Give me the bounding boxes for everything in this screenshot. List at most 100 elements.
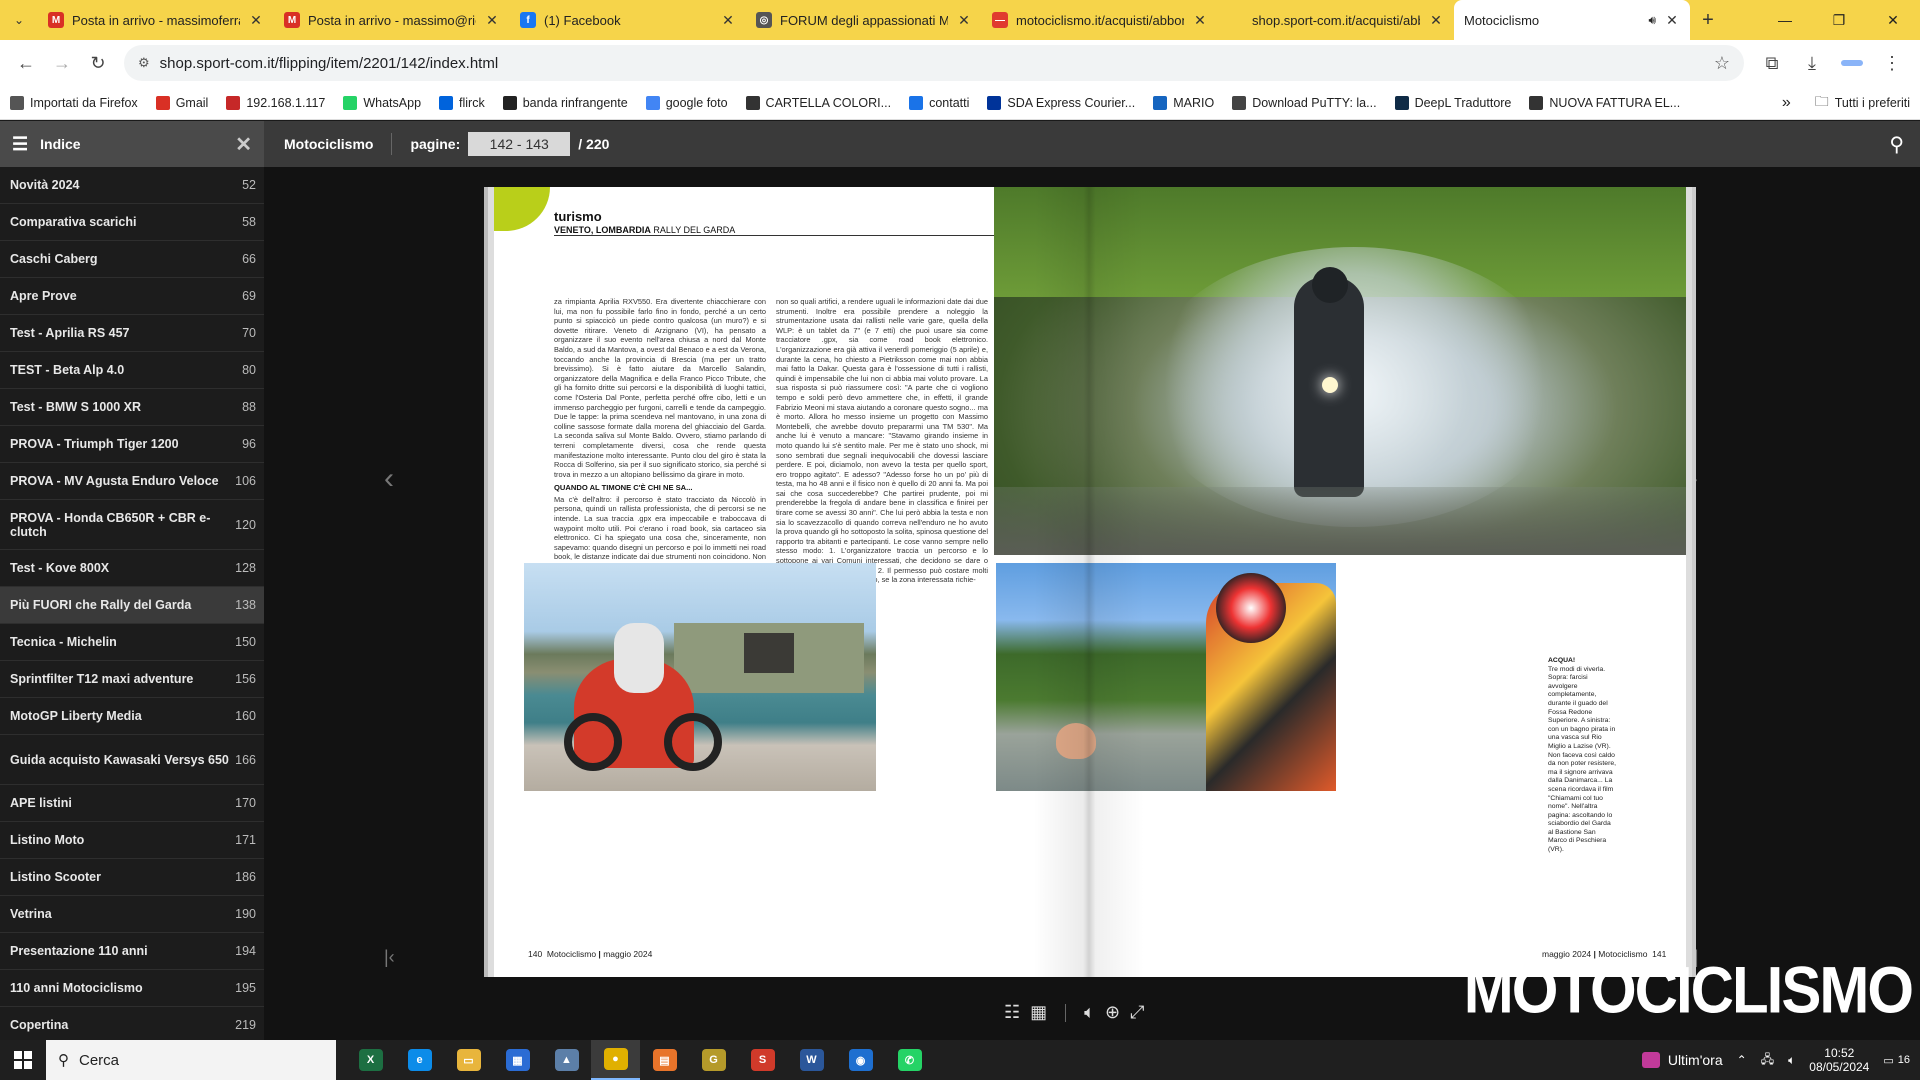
first-page-icon[interactable]: |‹ — [384, 947, 395, 968]
omnibox[interactable]: ⚙ shop.sport-com.it/flipping/item/2201/1… — [124, 45, 1744, 81]
index-item[interactable]: Caschi Caberg 66 — [0, 241, 264, 278]
bookmark-item[interactable]: MARIO — [1153, 95, 1214, 110]
extensions-icon[interactable]: ⧉ — [1752, 45, 1792, 81]
index-item[interactable]: Comparativa scarichi 58 — [0, 204, 264, 241]
site-info-icon[interactable]: ⚙ — [138, 55, 150, 71]
index-item[interactable]: Test - Aprilia RS 457 70 — [0, 315, 264, 352]
index-item[interactable]: Presentazione 110 anni 194 — [0, 933, 264, 970]
taskbar-app[interactable]: e — [395, 1040, 444, 1080]
zoom-in-icon[interactable]: ⊕ — [1105, 1002, 1120, 1023]
close-tab-icon[interactable]: ✕ — [484, 12, 500, 29]
bookmark-item[interactable]: flirck — [439, 95, 485, 110]
index-item[interactable]: MotoGP Liberty Media 160 — [0, 698, 264, 735]
news-widget[interactable]: Ultim'ora — [1641, 1052, 1723, 1068]
index-item[interactable]: Listino Moto 171 — [0, 822, 264, 859]
download-icon[interactable]: ⤓ — [1792, 45, 1832, 81]
taskbar-app[interactable]: ▭ — [444, 1040, 493, 1080]
close-tab-icon[interactable]: ✕ — [1192, 12, 1208, 29]
pages-input[interactable] — [468, 132, 571, 156]
bookmark-item[interactable]: contatti — [909, 95, 969, 110]
profile-avatar[interactable] — [1832, 45, 1872, 81]
browser-tab[interactable]: M Posta in arrivo - massimoferrara ✕ — [38, 0, 274, 40]
index-item[interactable]: TEST - Beta Alp 4.0 80 — [0, 352, 264, 389]
bookmarks-more-button[interactable]: » — [1782, 94, 1791, 112]
close-tab-icon[interactable]: ✕ — [956, 12, 972, 29]
bookmark-item[interactable]: Download PuTTY: la... — [1232, 95, 1377, 110]
index-item[interactable]: Copertina 219 — [0, 1007, 264, 1040]
bookmark-star-icon[interactable]: ☆ — [1714, 53, 1730, 74]
index-item[interactable]: 110 anni Motociclismo 195 — [0, 970, 264, 1007]
fullscreen-icon[interactable]: ⤢ — [1130, 1002, 1144, 1023]
taskbar-app[interactable]: S — [738, 1040, 787, 1080]
index-item[interactable]: Novità 2024 52 — [0, 167, 264, 204]
index-item[interactable]: Listino Scooter 186 — [0, 859, 264, 896]
browser-tab[interactable]: M Posta in arrivo - massimo@rica ✕ — [274, 0, 510, 40]
index-item[interactable]: Test - Kove 800X 128 — [0, 550, 264, 587]
chevron-up-icon[interactable]: ⌃ — [1737, 1053, 1747, 1067]
bookmark-item[interactable]: WhatsApp — [343, 95, 421, 110]
index-item[interactable]: PROVA - Honda CB650R + CBR e-clutch 120 — [0, 500, 264, 550]
index-item[interactable]: Apre Prove 69 — [0, 278, 264, 315]
index-item[interactable]: Tecnica - Michelin 150 — [0, 624, 264, 661]
taskbar-app[interactable]: ▦ — [493, 1040, 542, 1080]
taskbar-app[interactable]: ▲ — [542, 1040, 591, 1080]
taskbar-search[interactable]: ⚲ Cerca — [46, 1040, 336, 1080]
bookmark-item[interactable]: Importati da Firefox — [10, 95, 138, 110]
back-button[interactable]: ← — [8, 45, 44, 81]
bookmark-item[interactable]: CARTELLA COLORI... — [745, 95, 891, 110]
index-item[interactable]: PROVA - MV Agusta Enduro Veloce 106 — [0, 463, 264, 500]
list-icon[interactable]: ☰ — [12, 134, 28, 155]
system-clock[interactable]: 10:52 08/05/2024 — [1809, 1046, 1869, 1074]
close-tab-icon[interactable]: ✕ — [1428, 12, 1444, 29]
prev-page-arrow-icon[interactable]: ‹ — [384, 462, 394, 496]
search-icon[interactable]: ⚲ — [1889, 132, 1904, 157]
taskbar-app[interactable]: W — [787, 1040, 836, 1080]
browser-menu-icon[interactable]: ⋮ — [1872, 45, 1912, 81]
browser-tab[interactable]: — motociclismo.it/acquisti/abbon ✕ — [982, 0, 1218, 40]
network-icon[interactable]: 🖧︎ — [1761, 1050, 1774, 1071]
reload-button[interactable]: ↻ — [80, 45, 116, 81]
next-page-arrow-icon[interactable]: › — [1688, 462, 1698, 496]
bookmark-item[interactable]: 192.168.1.117 — [226, 95, 325, 110]
list-view-icon[interactable]: ☷ — [1004, 1002, 1020, 1023]
taskbar-app[interactable]: ◉ — [836, 1040, 885, 1080]
index-item[interactable]: Sprintfilter T12 maxi adventure 156 — [0, 661, 264, 698]
index-item[interactable]: Guida acquisto Kawasaki Versys 650 166 — [0, 735, 264, 785]
all-bookmarks-folder[interactable]: 🗀 Tutti i preferiti — [1815, 91, 1910, 115]
restore-button[interactable]: ❐ — [1812, 0, 1866, 40]
minimize-button[interactable]: — — [1758, 0, 1812, 40]
bookmark-item[interactable]: SDA Express Courier... — [987, 95, 1135, 110]
taskbar-app[interactable]: ✆ — [885, 1040, 934, 1080]
notifications-button[interactable]: ▭ 16 — [1883, 1054, 1910, 1067]
taskbar-app[interactable]: ● — [591, 1040, 640, 1080]
sound-icon[interactable]: 🔈︎ — [1084, 1002, 1095, 1023]
volume-icon[interactable]: 🔈︎ — [1788, 1053, 1795, 1068]
browser-tab[interactable]: ◎ FORUM degli appassionati MO ✕ — [746, 0, 982, 40]
index-item[interactable]: Test - BMW S 1000 XR 88 — [0, 389, 264, 426]
index-item[interactable]: APE listini 170 — [0, 785, 264, 822]
tab-search-chevron-icon[interactable]: ⌄ — [0, 0, 38, 40]
browser-tab[interactable]: Motociclismo 🔊︎ ✕ — [1454, 0, 1690, 40]
url-text[interactable]: shop.sport-com.it/flipping/item/2201/142… — [160, 55, 1704, 72]
taskbar-app[interactable]: ▤ — [640, 1040, 689, 1080]
windows-start-button[interactable] — [0, 1040, 46, 1080]
browser-tab[interactable]: f (1) Facebook ✕ — [510, 0, 746, 40]
index-item[interactable]: Vetrina 190 — [0, 896, 264, 933]
bookmark-item[interactable]: google foto — [645, 95, 728, 110]
close-tab-icon[interactable]: ✕ — [720, 12, 736, 29]
forward-button[interactable]: → — [44, 45, 80, 81]
close-index-icon[interactable]: ✕ — [235, 132, 252, 157]
close-tab-icon[interactable]: ✕ — [1664, 12, 1680, 29]
bookmark-item[interactable]: Gmail — [155, 95, 208, 110]
bookmark-item[interactable]: DeepL Traduttore — [1394, 95, 1511, 110]
audio-playing-icon[interactable]: 🔊︎ — [1648, 13, 1656, 28]
close-tab-icon[interactable]: ✕ — [248, 12, 264, 29]
index-item[interactable]: PROVA - Triumph Tiger 1200 96 — [0, 426, 264, 463]
new-tab-button[interactable]: + — [1690, 0, 1726, 40]
taskbar-app[interactable]: X — [346, 1040, 395, 1080]
index-item[interactable]: Più FUORI che Rally del Garda 138 — [0, 587, 264, 624]
browser-tab[interactable]: shop.sport-com.it/acquisti/abb ✕ — [1218, 0, 1454, 40]
bookmark-item[interactable]: banda rinfrangente — [502, 95, 628, 110]
bookmark-item[interactable]: NUOVA FATTURA EL... — [1529, 95, 1680, 110]
grid-view-icon[interactable]: ▦ — [1030, 1002, 1047, 1023]
